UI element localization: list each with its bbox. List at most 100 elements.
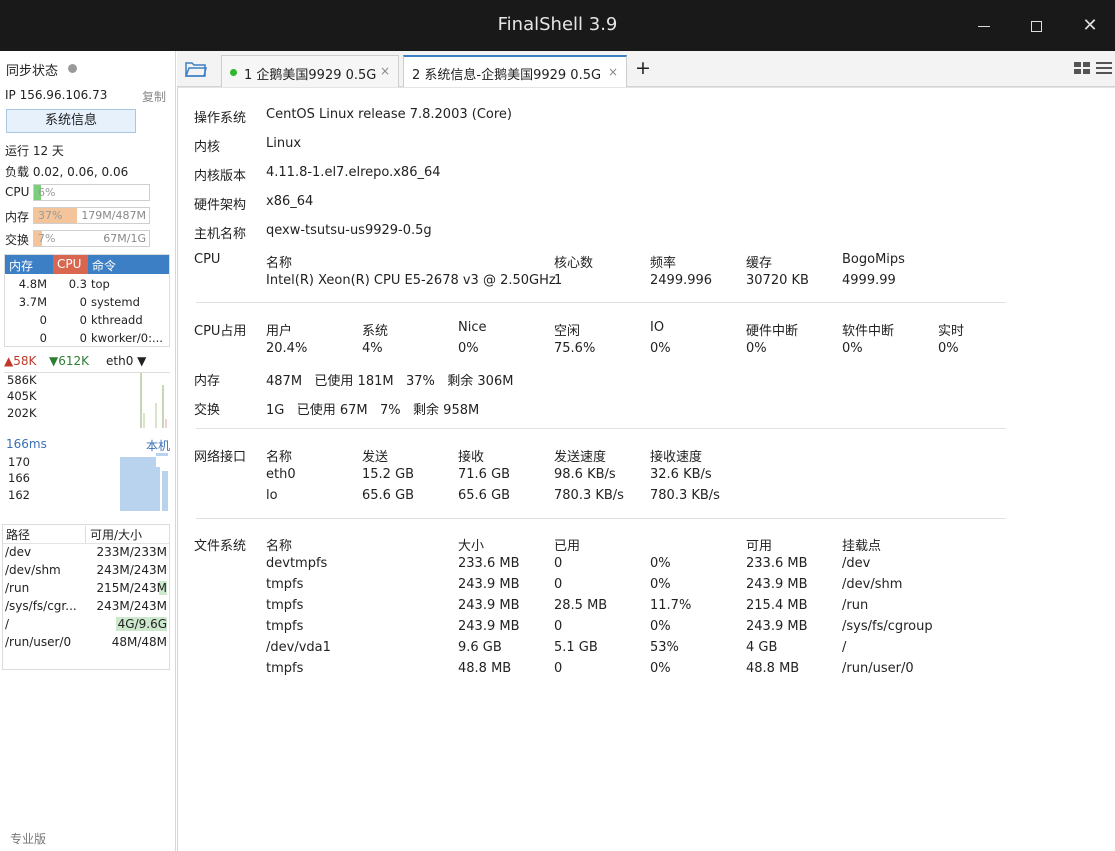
filesystem-row[interactable]: /run/user/0 48M/48M xyxy=(3,635,169,653)
col-size-header[interactable]: 可用/大小 xyxy=(85,526,142,543)
os-label: 操作系统 xyxy=(194,111,247,126)
filesystem-row[interactable]: /dev 233M/233M xyxy=(3,545,169,563)
memory-meter: 37% 179M/487M xyxy=(33,207,150,224)
fs-col-header: 大小 xyxy=(458,539,485,554)
title-bar: FinalShell 3.9 ✕ xyxy=(0,0,1115,51)
process-cpu: 0 xyxy=(79,331,87,345)
col-path-header[interactable]: 路径 xyxy=(6,526,30,543)
process-mem: 4.8M xyxy=(18,277,47,291)
close-button[interactable]: ✕ xyxy=(1076,12,1104,40)
cpu-usage-value: 0% xyxy=(746,341,767,356)
add-tab-button[interactable]: + xyxy=(635,57,651,79)
tab-system-info[interactable]: 2 系统信息-企鹅美国9929 0.5G × xyxy=(403,55,627,87)
cpu-usage-value: 0% xyxy=(650,341,671,356)
tab-close-icon[interactable]: × xyxy=(380,64,390,78)
ping-chart-tick: 162 xyxy=(8,488,30,502)
tab-label: 1 企鹅美国9929 0.5G xyxy=(244,68,377,83)
network-chart-tick: 586K xyxy=(7,373,37,387)
process-cpu: 0.3 xyxy=(68,277,87,291)
kernel-label: 内核 xyxy=(194,140,221,155)
fs-mount: / xyxy=(842,640,847,655)
fs-used-pct: 0% xyxy=(650,556,671,571)
cpu-usage-label: CPU占用 xyxy=(194,324,247,339)
fs-col-header: 挂载点 xyxy=(842,539,882,554)
process-row[interactable]: 3.7M 0 systemd xyxy=(5,294,169,312)
fs-path: /run/user/0 xyxy=(5,635,72,649)
fs-mount: /sys/fs/cgroup xyxy=(842,619,933,634)
tab-close-icon[interactable]: × xyxy=(608,65,618,79)
net-col-header: 名称 xyxy=(266,450,293,465)
col-cpu-header[interactable]: CPU xyxy=(53,255,88,274)
hostname-label: 主机名称 xyxy=(194,227,247,242)
ping-chart-bars xyxy=(120,453,168,511)
filesystem-row[interactable]: /dev/shm 243M/243M xyxy=(3,563,169,581)
swap-meter-pct: 7% xyxy=(38,232,56,245)
process-cpu: 0 xyxy=(79,295,87,309)
network-interface-select[interactable]: eth0 ▼ xyxy=(106,354,146,368)
fs-name: /dev/vda1 xyxy=(266,640,331,655)
fs-size: 243M/243M xyxy=(96,563,167,577)
network-download-speed: ▼612K xyxy=(49,354,90,368)
connected-status-icon xyxy=(230,69,237,76)
filesystem-label: 文件系统 xyxy=(194,539,247,554)
fs-avail: 4 GB xyxy=(746,640,778,655)
section-divider xyxy=(196,428,1006,429)
fs-col-header: 已用 xyxy=(554,539,581,554)
tab-session-1[interactable]: 1 企鹅美国9929 0.5G × xyxy=(221,55,399,87)
arch-value: x86_64 xyxy=(266,194,314,209)
maximize-button[interactable] xyxy=(1022,12,1050,40)
fs-size: 48.8 MB xyxy=(458,661,512,676)
system-info-button[interactable]: 系统信息 xyxy=(6,109,136,133)
ping-latency: 166ms xyxy=(6,437,47,451)
memory-label: 内存 xyxy=(194,374,221,389)
minimize-icon xyxy=(978,25,990,28)
fs-mount: /dev/shm xyxy=(842,577,903,592)
open-folder-button[interactable] xyxy=(184,60,207,78)
net-cell: 65.6 GB xyxy=(362,488,415,503)
fs-path: /dev/shm xyxy=(5,563,61,577)
cpu-model-value: Intel(R) Xeon(R) CPU E5-2678 v3 @ 2.50GH… xyxy=(266,273,556,288)
hostname-value: qexw-tsutsu-us9929-0.5g xyxy=(266,223,432,238)
copy-ip-button[interactable]: 复制 xyxy=(142,88,166,105)
kernel-value: Linux xyxy=(266,136,302,151)
ping-chart-tick: 170 xyxy=(8,455,30,469)
net-col-header: 接收 xyxy=(458,450,485,465)
ping-chart-tick: 166 xyxy=(8,471,30,485)
net-cell: 15.2 GB xyxy=(362,467,415,482)
menu-button[interactable] xyxy=(1096,60,1112,76)
tab-bar: 1 企鹅美国9929 0.5G × 2 系统信息-企鹅美国9929 0.5G ×… xyxy=(177,51,1115,87)
col-memory-header[interactable]: 内存 xyxy=(9,257,33,274)
net-cell: 65.6 GB xyxy=(458,488,511,503)
fs-path: /run xyxy=(5,581,30,595)
folder-icon xyxy=(184,62,207,77)
filesystem-row[interactable]: /sys/fs/cgr... 243M/243M xyxy=(3,599,169,617)
cpu-usage-value: 20.4% xyxy=(266,341,308,356)
process-row[interactable]: 0 0 kworker/0:... xyxy=(5,330,169,348)
filesystem-row[interactable]: /run 215M/243M xyxy=(3,581,169,599)
ip-address: IP 156.96.106.73 xyxy=(5,88,108,102)
process-row[interactable]: 0 0 kthreadd xyxy=(5,312,169,330)
grid-layout-button[interactable] xyxy=(1074,60,1090,76)
swap-meter-label: 交换 xyxy=(5,233,30,247)
process-table-header: 内存 CPU 命令 xyxy=(5,255,169,274)
fs-size: 215M/243M xyxy=(96,581,167,595)
fs-mount: /dev xyxy=(842,556,871,571)
filesystem-row[interactable]: / 4G/9.6G xyxy=(3,617,169,635)
ping-target-select[interactable]: 本机 xyxy=(146,437,170,454)
system-info-panel: 操作系统 CentOS Linux release 7.8.2003 (Core… xyxy=(177,87,1115,851)
col-command-header[interactable]: 命令 xyxy=(92,257,116,274)
fs-used-pct: 0% xyxy=(650,619,671,634)
os-value: CentOS Linux release 7.8.2003 (Core) xyxy=(266,107,512,122)
cpu-meter-pct: 6% xyxy=(38,186,56,199)
minimize-button[interactable] xyxy=(970,12,998,40)
process-row[interactable]: 4.8M 0.3 top xyxy=(5,276,169,294)
ping-chart: 170 166 162 xyxy=(4,453,170,513)
fs-used: 5.1 GB xyxy=(554,640,598,655)
cpu-col-header: 缓存 xyxy=(746,256,773,271)
cpu-usage-value: 0% xyxy=(842,341,863,356)
edition-label: 专业版 xyxy=(10,832,47,846)
process-cmd: systemd xyxy=(91,295,140,309)
section-divider xyxy=(196,302,1006,303)
fs-used: 0 xyxy=(554,556,563,571)
network-label: 网络接口 xyxy=(194,450,247,465)
